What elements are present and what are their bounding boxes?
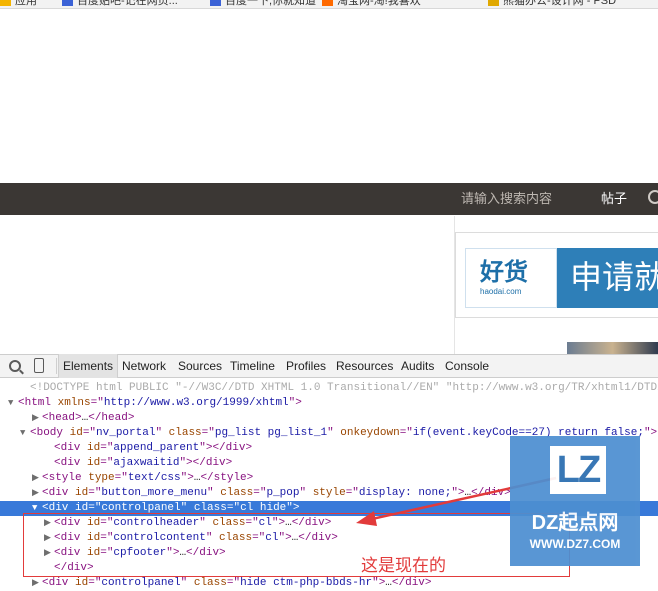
annotation-text: 这是现在的 (361, 556, 446, 575)
watermark: LZ DZ起点网 WWW.DZ7.COM (510, 436, 640, 566)
watermark-name: DZ起点网 (531, 512, 619, 534)
watermark-url: WWW.DZ7.COM (529, 537, 621, 551)
watermark-logo: LZ (550, 446, 606, 494)
